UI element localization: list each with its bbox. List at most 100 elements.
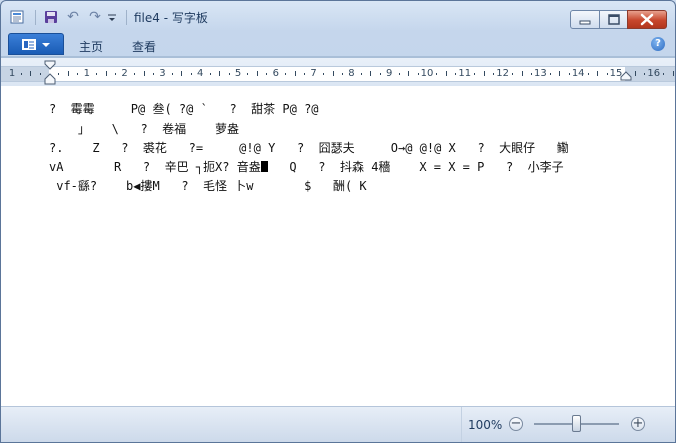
ruler-quarter-dot [285,73,286,75]
app-menu-icon [22,39,50,50]
tab-view[interactable]: 查看 [132,38,156,55]
ruler-quarter-dot [380,73,381,75]
ruler-quarter-dot [304,73,305,75]
document-line: vf-繇? b◀摟M ? 毛怪 卜w $ 酬( K [49,179,367,193]
ruler[interactable]: 1 1 2 3 4 5 6 7 8 9 10 11 12 13 14 15 16 [1,66,675,82]
ruler-half-tick [559,71,560,76]
tab-home[interactable]: 主页 [79,38,103,55]
ruler-quarter-dot [40,73,41,75]
minimize-icon [579,20,591,25]
ruler-half-tick [106,71,107,76]
document-line: ?. Z ? 裘花 ?= @!@ Y ? 囧瑟夫 O→@ @!@ X ? 大眼仔… [49,141,569,155]
indent-marker-right[interactable] [620,71,632,81]
ruler-quarter-dot [474,73,475,75]
ruler-half-tick [295,71,296,76]
ruler-quarter-dot [531,73,532,75]
ruler-number: 4 [197,68,204,79]
qat-separator [35,10,36,25]
ruler-quarter-dot [493,73,494,75]
qat-customize-icon[interactable] [106,9,118,25]
undo-icon[interactable]: ↶ [64,9,82,25]
ruler-quarter-dot [210,73,211,75]
ruler-number: 5 [234,68,242,79]
help-icon[interactable]: ? [651,37,665,51]
maximize-icon [608,14,620,25]
ruler-quarter-dot [663,73,664,75]
ruler-quarter-dot [77,73,78,75]
ruler-half-tick [597,71,598,76]
ruler-quarter-dot [115,73,116,75]
ruler-half-tick [522,71,523,76]
document-line-4: vA R ? 辛巴 ┐扼X? 音盎 Q ? 抖森 4穡 X = X = P ? … [49,159,564,175]
app-document-icon[interactable] [9,9,25,25]
application-menu-button[interactable] [8,33,64,55]
ruler-quarter-dot [550,73,551,75]
document-area[interactable]: ? 霉霉 P@ 叁( ?@ ` ? 甜茶 P@ ?@ 」 \ ? 卷福 萝盎 ?… [1,86,675,406]
indent-marker-left[interactable] [44,60,56,86]
text-cursor [260,161,268,172]
ruler-number: 8 [348,68,355,79]
ruler-half-tick [370,71,371,76]
ruler-half-tick [144,71,145,76]
title-bar: ↶ ↷ file4 - 写字板 [1,1,675,31]
ruler-quarter-dot [418,73,419,75]
ruler-number: 3 [159,68,166,79]
close-icon [640,13,654,26]
ruler-number: 10 [420,68,434,79]
zoom-slider-thumb[interactable] [572,415,581,432]
ruler-number: 9 [386,68,393,79]
ruler-quarter-dot [21,73,22,75]
maximize-button[interactable] [599,10,628,29]
ruler-number: 11 [458,68,472,79]
document-line-4-head: vA R ? 辛巴 ┐扼X? 音盎 [49,160,261,174]
ruler-quarter-dot [323,73,324,75]
zoom-in-button[interactable]: + [631,417,645,431]
ruler-number: 13 [534,68,547,79]
ruler-half-tick [635,71,636,76]
status-bar: 100% − + [1,406,675,442]
ruler-quarter-dot [455,73,456,75]
ruler-quarter-dot [361,73,362,75]
ruler-quarter-dot [512,73,513,75]
redo-icon[interactable]: ↷ [86,9,104,25]
ruler-half-tick [219,71,220,76]
ruler-number: 12 [496,68,509,79]
ruler-half-tick [68,71,69,76]
ruler-quarter-dot [607,73,608,75]
zoom-level: 100% [468,418,503,432]
ruler-half-tick [181,71,182,76]
status-divider [461,407,462,442]
ruler-number: 6 [272,68,279,79]
ruler-number: 1 [83,68,90,79]
ruler-half-tick [30,71,31,76]
ruler-quarter-dot [134,73,135,75]
ruler-half-tick [446,71,447,76]
ruler-quarter-dot [569,73,570,75]
ribbon-tab-bar: 主页 查看 ? [1,32,675,56]
ruler-half-tick [333,71,334,76]
ruler-area: 1 1 2 3 4 5 6 7 8 9 10 11 12 13 14 15 16 [1,58,675,86]
document-line: ? 霉霉 P@ 叁( ?@ ` ? 甜茶 P@ ?@ [49,102,319,116]
ruler-half-tick [673,71,674,76]
document-line-4-tail: Q ? 抖森 4穡 X = X = P ? 小李子 [267,160,564,174]
zoom-out-button[interactable]: − [509,417,523,431]
ruler-quarter-dot [588,73,589,75]
window-title: file4 - 写字板 [134,11,208,25]
save-icon[interactable] [42,9,60,25]
title-separator [126,10,127,25]
ruler-number: 16 [647,68,661,79]
ruler-half-tick [408,71,409,76]
document-line: 」 \ ? 卷福 萝盎 [49,122,240,136]
minimize-button[interactable] [570,10,600,29]
close-button[interactable] [627,10,667,29]
ruler-half-tick [484,71,485,76]
ruler-quarter-dot [644,73,645,75]
ruler-quarter-dot [436,73,437,75]
ruler-quarter-dot [96,73,97,75]
ruler-quarter-dot [399,73,400,75]
ruler-quarter-dot [191,73,192,75]
ruler-quarter-dot [342,73,343,75]
ruler-quarter-dot [229,73,230,75]
ruler-half-tick [257,71,258,76]
ruler-quarter-dot [172,73,173,75]
